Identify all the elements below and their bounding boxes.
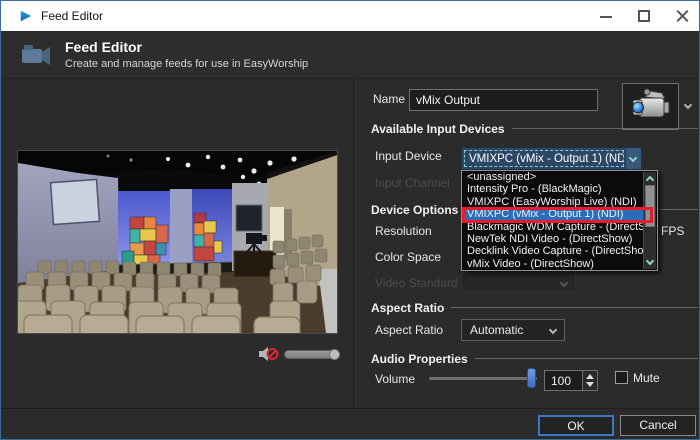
titlebar: Feed Editor: [1, 1, 700, 31]
dialog-title: Feed Editor: [65, 39, 142, 55]
chevron-down-icon: [549, 326, 557, 334]
input-device-dropdown-list: <unassigned> Intensity Pro - (BlackMagic…: [461, 170, 658, 271]
section-audio-properties: Audio Properties: [371, 351, 698, 366]
volume-value: 100: [551, 374, 571, 388]
cancel-button[interactable]: Cancel: [620, 415, 696, 436]
list-item[interactable]: vMix Video - (DirectShow): [462, 258, 644, 270]
dropdown-scrollbar[interactable]: [643, 172, 656, 269]
aspect-ratio-label: Aspect Ratio: [375, 323, 443, 338]
list-item[interactable]: Intensity Pro - (BlackMagic): [462, 183, 644, 195]
window-title: Feed Editor: [41, 9, 103, 23]
input-device-combobox[interactable]: VMIXPC (vMix - Output 1) (NDI): [461, 147, 642, 170]
input-device-dropdown-button[interactable]: [625, 148, 641, 169]
input-channel-label: Input Channel: [375, 176, 450, 191]
mute-checkbox[interactable]: [615, 371, 628, 384]
fps-label: FPS: [661, 224, 684, 239]
scroll-up-icon[interactable]: [646, 176, 654, 184]
close-button[interactable]: [665, 1, 699, 31]
list-item[interactable]: <unassigned>: [462, 171, 644, 183]
video-standard-label: Video Standard: [375, 276, 458, 291]
video-preview: [17, 150, 338, 334]
chevron-down-icon: [560, 279, 568, 287]
mute-label: Mute: [633, 371, 660, 385]
list-item[interactable]: VMIXPC (EasyWorship Live) (NDI): [462, 196, 644, 208]
spinner-down-icon[interactable]: [586, 382, 594, 387]
color-space-label: Color Space: [375, 250, 441, 265]
spinner-arrows[interactable]: [582, 371, 597, 390]
easyworship-logo-icon: [19, 9, 33, 23]
resolution-label: Resolution: [375, 224, 432, 239]
volume-spinner[interactable]: 100: [544, 370, 598, 391]
name-label: Name: [373, 92, 405, 107]
volume-slider-track[interactable]: [429, 377, 537, 380]
aspect-ratio-combobox[interactable]: Automatic: [461, 319, 565, 341]
list-item-selected[interactable]: VMIXPC (vMix - Output 1) (NDI): [462, 208, 644, 220]
name-input[interactable]: [409, 89, 598, 111]
feed-editor-window: Feed Editor Feed Editor Create and manag…: [0, 0, 700, 440]
preview-volume-knob[interactable]: [329, 349, 340, 360]
list-item[interactable]: NewTek NDI Video - (DirectShow): [462, 233, 644, 245]
volume-slider-thumb[interactable]: [527, 368, 536, 388]
maximize-button[interactable]: [627, 1, 661, 31]
feed-icon-dropdown-chevron-icon[interactable]: [684, 101, 692, 109]
section-aspect-ratio: Aspect Ratio: [371, 300, 698, 315]
list-item[interactable]: Decklink Video Capture - (DirectShow): [462, 245, 644, 257]
dialog-header: Feed Editor Create and manage feeds for …: [1, 31, 700, 79]
input-device-label: Input Device: [375, 149, 442, 164]
preview-volume-slider[interactable]: [284, 350, 338, 359]
auditorium-preview-image: [18, 151, 337, 333]
video-standard-combobox: [461, 272, 576, 292]
section-available-input-devices: Available Input Devices: [371, 121, 698, 136]
muted-speaker-icon[interactable]: [259, 346, 279, 363]
minimize-button[interactable]: [589, 1, 623, 31]
aspect-ratio-value: Automatic: [470, 323, 523, 337]
list-item[interactable]: Blackmagic WDM Capture - (DirectShow): [462, 221, 644, 233]
chevron-down-icon: [629, 154, 637, 162]
volume-label: Volume: [375, 372, 415, 387]
ok-button[interactable]: OK: [538, 415, 614, 436]
scroll-down-icon[interactable]: [646, 257, 654, 265]
video-camera-icon: [19, 40, 53, 70]
scrollbar-thumb[interactable]: [645, 185, 655, 227]
dialog-subtitle: Create and manage feeds for use in EasyW…: [65, 58, 308, 70]
input-device-value: VMIXPC (vMix - Output 1) (NDI): [464, 150, 624, 167]
spinner-up-icon[interactable]: [586, 374, 594, 379]
